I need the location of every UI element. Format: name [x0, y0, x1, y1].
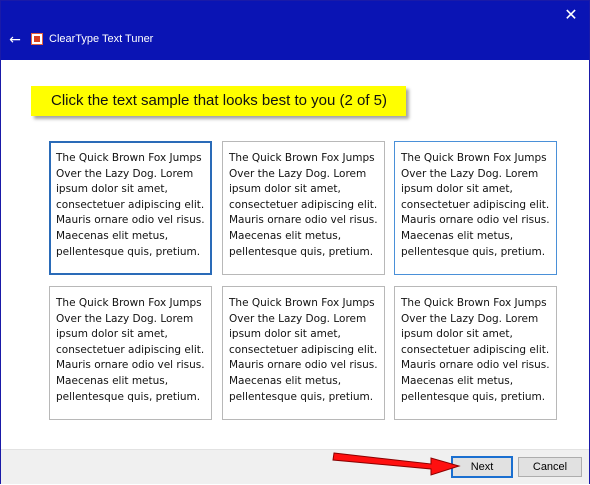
cleartype-app-icon — [31, 33, 43, 45]
instruction-text: Click the text sample that looks best to… — [51, 92, 387, 109]
next-button[interactable]: Next — [451, 456, 513, 478]
window-title: ClearType Text Tuner — [49, 33, 154, 45]
cancel-button[interactable]: Cancel — [518, 457, 582, 477]
text-sample-4[interactable]: The Quick Brown Fox Jumps Over the Lazy … — [49, 286, 212, 420]
instruction-banner: Click the text sample that looks best to… — [31, 86, 406, 116]
sample-text: The Quick Brown Fox Jumps Over the Lazy … — [56, 152, 205, 258]
text-sample-5[interactable]: The Quick Brown Fox Jumps Over the Lazy … — [222, 286, 385, 420]
sample-text: The Quick Brown Fox Jumps Over the Lazy … — [229, 297, 378, 403]
sample-text: The Quick Brown Fox Jumps Over the Lazy … — [229, 152, 378, 258]
sample-text: The Quick Brown Fox Jumps Over the Lazy … — [56, 297, 205, 403]
sample-text: The Quick Brown Fox Jumps Over the Lazy … — [401, 152, 550, 258]
close-icon[interactable]: ✕ — [561, 5, 581, 25]
title-bar: ✕ ← ClearType Text Tuner — [1, 1, 589, 60]
text-sample-1[interactable]: The Quick Brown Fox Jumps Over the Lazy … — [49, 141, 212, 275]
sample-text: The Quick Brown Fox Jumps Over the Lazy … — [401, 297, 550, 403]
back-arrow-icon[interactable]: ← — [6, 31, 24, 49]
text-sample-3[interactable]: The Quick Brown Fox Jumps Over the Lazy … — [394, 141, 557, 275]
text-sample-2[interactable]: The Quick Brown Fox Jumps Over the Lazy … — [222, 141, 385, 275]
cleartype-tuner-window: ✕ ← ClearType Text Tuner Click the text … — [0, 0, 590, 484]
text-sample-6[interactable]: The Quick Brown Fox Jumps Over the Lazy … — [394, 286, 557, 420]
